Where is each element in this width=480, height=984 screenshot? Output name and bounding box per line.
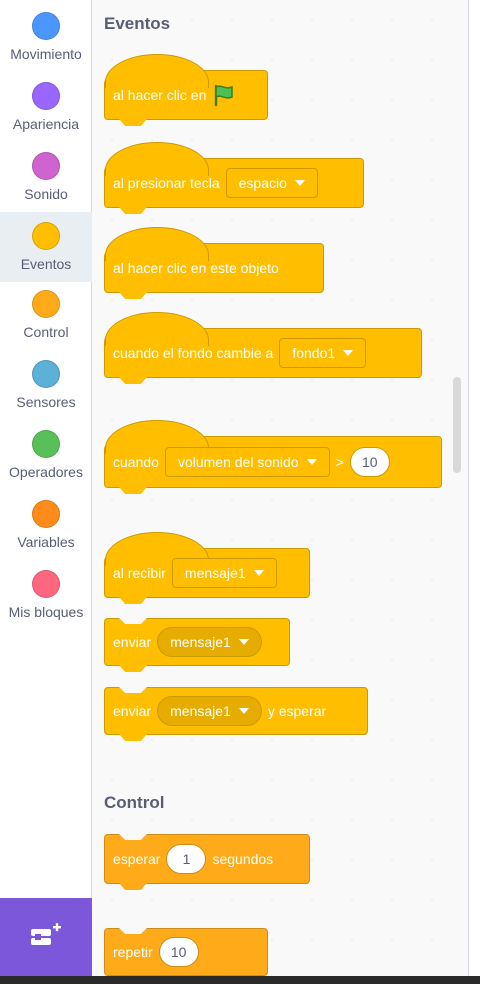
- hat-cap: [105, 312, 209, 346]
- category-motion[interactable]: Movimiento: [0, 4, 92, 74]
- message-dropdown[interactable]: mensaje1: [157, 696, 262, 726]
- block-notch: [119, 834, 147, 840]
- category-sidebar: Movimiento Apariencia Sonido Eventos Con…: [0, 0, 92, 976]
- when-flag-clicked-block[interactable]: al hacer clic en: [104, 54, 268, 126]
- dropdown-value: fondo1: [292, 345, 336, 361]
- dropdown-value: mensaje1: [170, 703, 231, 719]
- hat-cap: [105, 142, 209, 176]
- block-notch: [119, 734, 147, 741]
- sensor-dropdown[interactable]: volumen del sonido: [164, 447, 330, 477]
- chevron-down-icon: [343, 350, 354, 356]
- events-color-dot: [32, 222, 60, 250]
- operators-color-dot: [32, 430, 60, 458]
- add-extension-icon: [31, 923, 61, 945]
- motion-color-dot: [32, 12, 60, 40]
- chevron-down-icon: [306, 459, 317, 465]
- hat-cap: [105, 227, 209, 261]
- stage-panel-edge: [468, 0, 480, 984]
- bottom-edge: [0, 976, 480, 984]
- category-sensing[interactable]: Sensores: [0, 352, 92, 422]
- block-text: al hacer clic en este objeto: [113, 260, 279, 276]
- broadcast-block[interactable]: enviar mensaje1: [104, 618, 290, 672]
- block-notch: [119, 377, 147, 384]
- category-control[interactable]: Control: [0, 282, 92, 352]
- block-notch: [119, 928, 147, 934]
- control-section-title: Control: [104, 793, 165, 812]
- when-sprite-clicked-block[interactable]: al hacer clic en este objeto: [104, 227, 324, 299]
- dropdown-value: espacio: [238, 175, 287, 191]
- scratch-block-palette: Movimiento Apariencia Sonido Eventos Con…: [0, 0, 480, 984]
- dropdown-value: mensaje1: [184, 565, 246, 581]
- block-notch: [119, 487, 147, 494]
- category-sound[interactable]: Sonido: [0, 144, 92, 214]
- hat-cap: [105, 54, 209, 88]
- seconds-input[interactable]: 1: [166, 844, 207, 874]
- chevron-down-icon: [253, 570, 264, 576]
- category-variables[interactable]: Variables: [0, 492, 92, 562]
- dropdown-value: mensaje1: [170, 634, 231, 650]
- block-notch: [119, 665, 147, 672]
- dropdown-value: volumen del sonido: [177, 454, 299, 470]
- chevron-down-icon: [294, 180, 305, 186]
- category-label: Variables: [17, 534, 75, 550]
- block-text: enviar: [113, 634, 152, 650]
- block-notch: [119, 687, 147, 693]
- my-blocks-color-dot: [32, 570, 60, 598]
- block-notch: [119, 207, 147, 214]
- block-text: cuando el fondo cambie a: [113, 345, 274, 361]
- chevron-down-icon: [238, 708, 249, 714]
- category-label: Sonido: [24, 186, 68, 202]
- sound-color-dot: [32, 152, 60, 180]
- category-operators[interactable]: Operadores: [0, 422, 92, 492]
- add-extension-button[interactable]: [0, 898, 92, 976]
- blocks-workspace: Eventos al hacer clic en al presionar te…: [92, 0, 468, 984]
- green-flag-icon: [215, 84, 234, 106]
- greater-than-operator: >: [335, 454, 344, 470]
- chevron-down-icon: [238, 639, 249, 645]
- block-notch: [119, 618, 147, 624]
- category-label: Apariencia: [12, 116, 80, 132]
- broadcast-and-wait-block[interactable]: enviar mensaje1 y esperar: [104, 687, 368, 741]
- sensing-color-dot: [32, 360, 60, 388]
- category-label: Sensores: [16, 394, 76, 410]
- message-dropdown[interactable]: mensaje1: [157, 627, 262, 657]
- when-i-receive-block[interactable]: al recibir mensaje1: [104, 532, 310, 604]
- category-events[interactable]: Eventos: [0, 212, 92, 282]
- category-looks[interactable]: Apariencia: [0, 74, 92, 144]
- block-suffix-text: y esperar: [267, 703, 327, 719]
- block-notch: [119, 597, 147, 604]
- block-text: enviar: [113, 703, 152, 719]
- threshold-input[interactable]: 10: [349, 447, 390, 477]
- variables-color-dot: [32, 500, 60, 528]
- backdrop-dropdown[interactable]: fondo1: [279, 338, 367, 368]
- message-dropdown[interactable]: mensaje1: [171, 558, 277, 588]
- block-text: al hacer clic en: [113, 87, 207, 103]
- key-dropdown[interactable]: espacio: [225, 168, 318, 198]
- when-backdrop-switches-block[interactable]: cuando el fondo cambie a fondo1: [104, 312, 422, 384]
- block-text: al presionar tecla: [113, 175, 220, 191]
- when-key-pressed-block[interactable]: al presionar tecla espacio: [104, 142, 364, 214]
- block-text: al recibir: [113, 565, 166, 581]
- category-label: Movimiento: [10, 46, 82, 62]
- block-text: cuando: [113, 454, 159, 470]
- repeat-block[interactable]: repetir 10: [104, 928, 268, 976]
- category-label: Control: [23, 324, 69, 340]
- repeat-count-input[interactable]: 10: [158, 937, 199, 967]
- block-text: esperar: [113, 851, 161, 867]
- events-section-title: Eventos: [104, 14, 171, 33]
- control-color-dot: [32, 290, 60, 318]
- block-notch: [119, 119, 147, 126]
- wait-seconds-block[interactable]: esperar 1 segundos: [104, 834, 310, 890]
- category-label: Operadores: [9, 464, 83, 480]
- looks-color-dot: [32, 82, 60, 110]
- category-label: Eventos: [20, 256, 72, 272]
- block-text: repetir: [113, 944, 153, 960]
- category-my-blocks[interactable]: Mis bloques: [0, 562, 92, 632]
- block-notch: [119, 883, 147, 890]
- block-notch: [119, 292, 147, 299]
- workspace-scrollbar[interactable]: [453, 377, 461, 473]
- block-suffix-text: segundos: [212, 851, 274, 867]
- when-greater-than-block[interactable]: cuando volumen del sonido > 10: [104, 420, 442, 494]
- category-label: Mis bloques: [8, 604, 84, 620]
